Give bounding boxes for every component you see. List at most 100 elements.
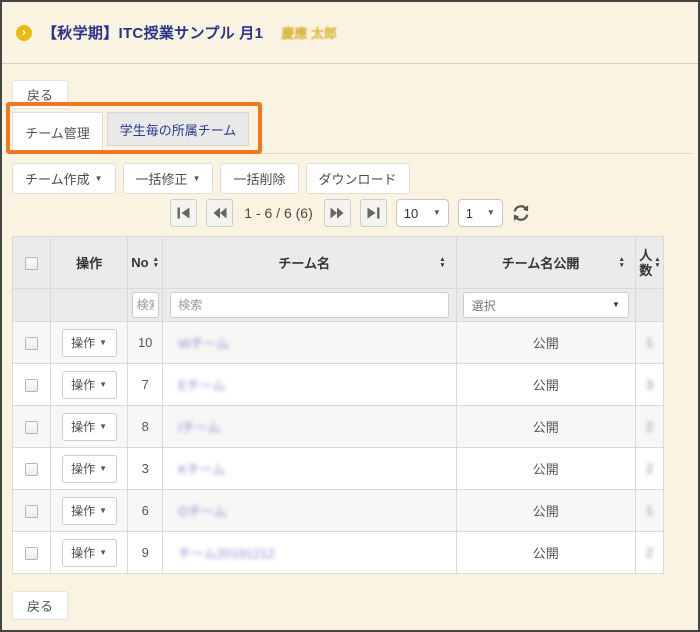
row-operation-button[interactable]: 操作 ▼: [62, 455, 117, 483]
chevron-right-icon: ›: [16, 25, 32, 41]
team-name-redacted: Oチーム: [178, 504, 227, 519]
public-filter-select[interactable]: 選択 ▼: [463, 292, 629, 318]
download-button[interactable]: ダウンロード: [306, 163, 410, 194]
filter-empty-cell: [635, 289, 663, 322]
last-page-icon: [367, 207, 380, 219]
no-filter-input[interactable]: [132, 292, 159, 318]
header-team-name[interactable]: チーム名 ▲▼: [163, 237, 456, 289]
member-count-redacted: 2: [646, 545, 653, 560]
caret-down-icon: ▼: [99, 381, 107, 389]
header-team-name-label: チーム名: [173, 253, 435, 272]
table-header-row: 操作 No ▲▼ チーム名 ▲▼: [13, 237, 664, 289]
row-checkbox[interactable]: [25, 379, 38, 392]
caret-down-icon: ▼: [433, 209, 441, 217]
back-button-top[interactable]: 戻る: [12, 80, 68, 109]
next-page-button[interactable]: [324, 199, 351, 227]
table-row: 操作 ▼ 6 Oチーム 公開 1: [13, 490, 664, 532]
row-no: 10: [128, 322, 163, 364]
row-operation-label: 操作: [71, 334, 95, 351]
bulk-delete-button[interactable]: 一括削除: [220, 163, 298, 194]
header-member-count[interactable]: 人数 ▲▼: [635, 237, 663, 289]
filter-empty-cell: [51, 289, 128, 322]
filter-no-cell: [128, 289, 163, 322]
caret-down-icon: ▼: [99, 423, 107, 431]
pagination-range-text: 1 - 6 / 6 (6): [244, 205, 312, 221]
row-public: 公開: [456, 532, 635, 574]
team-name-redacted: Eチーム: [178, 378, 225, 393]
sort-icon[interactable]: ▲▼: [618, 257, 624, 268]
pagination: 1 - 6 / 6 (6) 10 ▼ 1 ▼: [12, 198, 688, 228]
row-checkbox[interactable]: [25, 547, 38, 560]
row-operation-button[interactable]: 操作 ▼: [62, 413, 117, 441]
table-row: 操作 ▼ 7 Eチーム 公開 3: [13, 364, 664, 406]
header-no[interactable]: No ▲▼: [128, 237, 163, 289]
caret-down-icon: ▼: [487, 209, 495, 217]
team-name-redacted: Kチーム: [178, 462, 225, 477]
row-no: 9: [128, 532, 163, 574]
teams-table: 操作 No ▲▼ チーム名 ▲▼: [12, 236, 664, 574]
caret-down-icon: ▼: [99, 507, 107, 515]
refresh-icon: [512, 204, 530, 222]
tab-team-management[interactable]: チーム管理: [12, 112, 103, 152]
last-page-button[interactable]: [360, 199, 387, 227]
row-checkbox[interactable]: [25, 463, 38, 476]
toolbar: チーム作成 ▼ 一括修正 ▼ 一括削除 ダウンロード: [12, 163, 688, 194]
row-operation-label: 操作: [71, 418, 95, 435]
team-name-redacted: Iチーム: [178, 420, 220, 435]
tab-teams-per-student[interactable]: 学生毎の所属チーム: [107, 112, 249, 146]
header-operation: 操作: [51, 237, 128, 289]
sort-icon[interactable]: ▲▼: [654, 257, 660, 268]
first-page-button[interactable]: [170, 199, 197, 227]
create-team-label: チーム作成: [25, 169, 90, 188]
back-button-bottom[interactable]: 戻る: [12, 591, 68, 620]
row-public: 公開: [456, 490, 635, 532]
filter-empty-cell: [13, 289, 51, 322]
table-row: 操作 ▼ 3 Kチーム 公開 2: [13, 448, 664, 490]
create-team-button[interactable]: チーム作成 ▼: [12, 163, 116, 194]
header-no-label: No: [131, 255, 148, 270]
header-team-name-public-label: チーム名公開: [467, 253, 615, 272]
filter-public-cell: 選択 ▼: [456, 289, 635, 322]
row-operation-button[interactable]: 操作 ▼: [62, 497, 117, 525]
team-name-redacted: Wチーム: [178, 336, 229, 351]
select-all-checkbox[interactable]: [25, 257, 38, 270]
row-checkbox[interactable]: [25, 505, 38, 518]
table-row: 操作 ▼ 9 チーム20191212 公開 2: [13, 532, 664, 574]
page-header: › 【秋学期】ITC授業サンプル 月1 慶應 太郎: [2, 2, 698, 64]
page-number-select[interactable]: 1 ▼: [458, 199, 503, 227]
page-size-select[interactable]: 10 ▼: [396, 199, 449, 227]
sort-icon[interactable]: ▲▼: [439, 257, 445, 268]
row-operation-button[interactable]: 操作 ▼: [62, 329, 117, 357]
next-page-icon: [330, 207, 344, 219]
member-count-redacted: 2: [646, 419, 653, 434]
caret-down-icon: ▼: [99, 339, 107, 347]
caret-down-icon: ▼: [99, 465, 107, 473]
row-operation-button[interactable]: 操作 ▼: [62, 371, 117, 399]
tab-bar-underline: [258, 153, 694, 154]
page-title: 【秋学期】ITC授業サンプル 月1: [42, 22, 263, 43]
page-number-value: 1: [466, 206, 473, 221]
row-operation-button[interactable]: 操作 ▼: [62, 539, 117, 567]
header-member-count-label: 人数: [638, 248, 653, 278]
row-checkbox[interactable]: [25, 337, 38, 350]
sort-icon[interactable]: ▲▼: [153, 257, 159, 268]
row-operation-label: 操作: [71, 376, 95, 393]
row-public: 公開: [456, 364, 635, 406]
member-count-redacted: 3: [646, 377, 653, 392]
prev-page-button[interactable]: [206, 199, 233, 227]
row-no: 3: [128, 448, 163, 490]
row-operation-label: 操作: [71, 460, 95, 477]
table-row: 操作 ▼ 10 Wチーム 公開 1: [13, 322, 664, 364]
caret-down-icon: ▼: [95, 175, 103, 183]
header-team-name-public[interactable]: チーム名公開 ▲▼: [456, 237, 635, 289]
prev-page-icon: [213, 207, 227, 219]
team-name-filter-input[interactable]: [170, 292, 448, 318]
refresh-button[interactable]: [512, 204, 530, 222]
row-checkbox[interactable]: [25, 421, 38, 434]
user-name: 慶應 太郎: [281, 23, 337, 42]
member-count-redacted: 1: [646, 503, 653, 518]
header-select-cell: [13, 237, 51, 289]
app-window: › 【秋学期】ITC授業サンプル 月1 慶應 太郎 戻る チーム管理 学生毎の所…: [0, 0, 700, 632]
bulk-edit-button[interactable]: 一括修正 ▼: [123, 163, 214, 194]
team-name-redacted: チーム20191212: [178, 546, 274, 561]
